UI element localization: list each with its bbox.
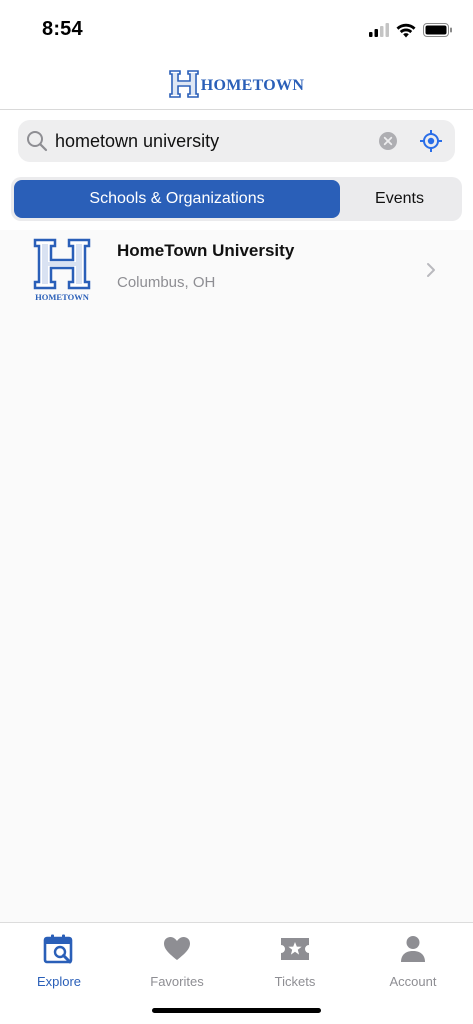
tab-events[interactable]: Events <box>340 180 459 218</box>
ticket-star-icon <box>279 933 311 965</box>
home-indicator <box>152 1008 321 1013</box>
result-name: HomeTown University <box>117 241 295 260</box>
tab-account[interactable]: Account <box>354 931 472 993</box>
segmented-control: Schools & Organizations Events <box>11 177 462 221</box>
status-bar: 8:54 <box>0 0 473 58</box>
calendar-search-icon <box>43 933 75 965</box>
tab-label: Explore <box>36 974 82 989</box>
heart-icon <box>161 933 193 965</box>
person-icon <box>397 933 429 965</box>
tab-label: Favorites <box>150 974 204 989</box>
tab-label: Tickets <box>274 974 316 989</box>
brand-name: HOMETOWN <box>200 76 305 94</box>
tab-tickets[interactable]: Tickets <box>236 931 354 993</box>
status-time: 8:54 <box>42 18 83 40</box>
hometown-university-logo: HOMETOWN <box>33 238 91 302</box>
clear-search-icon[interactable] <box>379 132 397 150</box>
logo-caption: HOMETOWN <box>35 292 90 302</box>
battery-icon <box>423 23 452 37</box>
search-input[interactable] <box>55 120 375 162</box>
wifi-icon <box>396 23 416 37</box>
cellular-signal-icon <box>369 23 389 37</box>
chevron-right-icon <box>427 263 435 277</box>
result-location: Columbus, OH <box>117 274 216 291</box>
hometown-h-logo-icon <box>168 69 199 98</box>
search-icon <box>27 131 48 152</box>
tab-explore[interactable]: Explore <box>0 931 118 993</box>
search-bar[interactable] <box>18 120 455 162</box>
app-header: HOMETOWN <box>0 58 473 110</box>
tab-schools-organizations[interactable]: Schools & Organizations <box>14 180 340 218</box>
status-icons <box>369 20 453 40</box>
brand-logo: HOMETOWN <box>168 69 305 98</box>
list-item[interactable]: HOMETOWN HomeTown University Columbus, O… <box>0 230 473 312</box>
location-target-icon[interactable] <box>419 129 443 153</box>
tab-label: Account <box>389 974 437 989</box>
tab-favorites[interactable]: Favorites <box>118 931 236 993</box>
